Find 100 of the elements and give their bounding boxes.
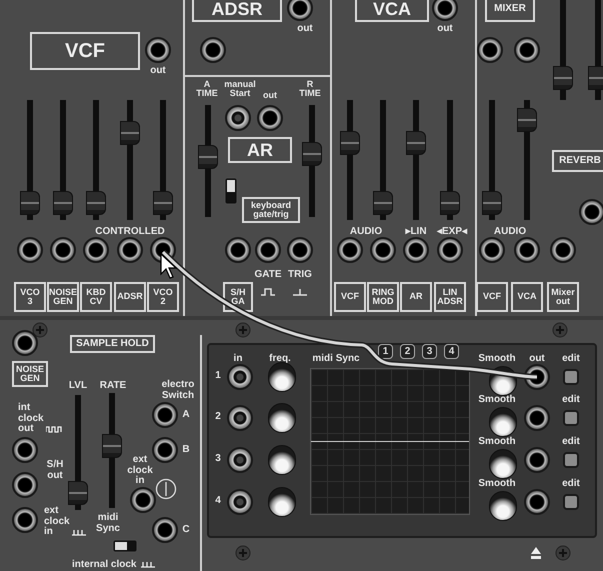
panel-label: GATE bbox=[253, 270, 283, 280]
panel-label: 1 bbox=[214, 371, 222, 382]
jack-socket[interactable] bbox=[477, 37, 503, 63]
slider-thumb[interactable] bbox=[588, 66, 603, 90]
edit-button[interactable] bbox=[563, 452, 579, 468]
panel-label: Smooth bbox=[477, 479, 517, 490]
panel-label: ◂EXP◂ bbox=[436, 227, 468, 238]
jack-socket[interactable] bbox=[12, 330, 38, 356]
jack-socket[interactable] bbox=[152, 517, 178, 543]
panel-label: A TIME bbox=[195, 80, 219, 99]
slider-thumb[interactable] bbox=[373, 191, 393, 216]
edit-button[interactable] bbox=[563, 369, 579, 385]
jack-socket[interactable] bbox=[152, 402, 178, 428]
slider-thumb[interactable] bbox=[120, 121, 140, 146]
square-wave-icon bbox=[46, 426, 62, 432]
module-label: VCF bbox=[30, 32, 140, 70]
panel-label: Smooth bbox=[477, 437, 517, 448]
panel-label: B bbox=[181, 445, 191, 456]
jack-socket[interactable] bbox=[255, 237, 281, 263]
panel-label: S/H out bbox=[46, 460, 64, 481]
panel-label: R TIME bbox=[298, 80, 322, 99]
toggle-switch-icon[interactable] bbox=[113, 540, 137, 552]
jack-socket[interactable] bbox=[83, 237, 109, 263]
panel-label: CONTROLLED bbox=[94, 227, 166, 238]
module-label: VCA bbox=[355, 0, 429, 22]
panel-label: out bbox=[528, 354, 546, 364]
jack-socket[interactable] bbox=[152, 437, 178, 463]
jack-socket[interactable] bbox=[287, 0, 313, 21]
module-label: VCF bbox=[334, 282, 366, 312]
slider-thumb[interactable] bbox=[102, 434, 122, 458]
slider-thumb[interactable] bbox=[406, 130, 426, 155]
panel-label: C bbox=[181, 525, 191, 536]
module-label: SAMPLE HOLD bbox=[70, 335, 155, 353]
slider-thumb[interactable] bbox=[20, 191, 40, 216]
panel-label: edit bbox=[561, 354, 581, 364]
pattern-button[interactable]: 2 bbox=[400, 344, 415, 359]
jack-socket[interactable] bbox=[200, 37, 226, 63]
jack-socket[interactable] bbox=[514, 37, 540, 63]
slider-thumb[interactable] bbox=[302, 142, 322, 166]
jack-socket[interactable] bbox=[287, 237, 313, 263]
jack-socket[interactable] bbox=[12, 507, 38, 533]
cursor-icon bbox=[160, 253, 178, 279]
jack-socket[interactable] bbox=[50, 237, 76, 263]
module-label: Mixer out bbox=[547, 282, 579, 312]
jack-socket[interactable] bbox=[117, 237, 143, 263]
panel-label: out bbox=[149, 66, 167, 76]
jack-socket[interactable] bbox=[225, 105, 251, 131]
switch-junction-icon bbox=[155, 478, 177, 500]
pattern-button[interactable]: 1 bbox=[378, 344, 393, 359]
edit-button[interactable] bbox=[563, 410, 579, 426]
slider-thumb[interactable] bbox=[198, 144, 218, 169]
panel-label: RATE bbox=[98, 381, 128, 392]
screw-icon bbox=[552, 322, 568, 338]
slider-thumb[interactable] bbox=[86, 191, 106, 216]
module-label: VCF bbox=[476, 282, 508, 312]
jack-socket[interactable] bbox=[17, 237, 43, 263]
jack-socket[interactable] bbox=[257, 105, 283, 131]
jack-socket[interactable] bbox=[579, 199, 603, 225]
module-label: LIN ADSR bbox=[434, 282, 466, 312]
slider-thumb[interactable] bbox=[340, 130, 360, 155]
jack-socket[interactable] bbox=[479, 237, 505, 263]
panel-label: Smooth bbox=[477, 354, 517, 364]
screw-icon bbox=[235, 322, 251, 338]
pattern-button[interactable]: 3 bbox=[422, 344, 437, 359]
jack-socket[interactable] bbox=[337, 237, 363, 263]
jack-socket[interactable] bbox=[225, 237, 251, 263]
slider-thumb[interactable] bbox=[440, 191, 460, 216]
slider-thumb[interactable] bbox=[553, 66, 573, 90]
module-label: VCA bbox=[511, 282, 543, 312]
jack-socket[interactable] bbox=[12, 472, 38, 498]
jack-socket[interactable] bbox=[130, 487, 156, 513]
panel-label: manual Start bbox=[223, 80, 257, 99]
jack-socket[interactable] bbox=[550, 237, 576, 263]
panel-label: ext clock in bbox=[127, 455, 153, 486]
module-label: MIXER bbox=[485, 0, 535, 22]
eject-icon[interactable] bbox=[531, 547, 541, 559]
slider-thumb[interactable] bbox=[482, 191, 502, 216]
jack-socket[interactable] bbox=[12, 437, 38, 463]
edit-button[interactable] bbox=[563, 494, 579, 510]
slider-thumb[interactable] bbox=[68, 481, 88, 506]
slider-thumb[interactable] bbox=[517, 108, 537, 132]
module-label: RING MOD bbox=[367, 282, 399, 312]
panel-label: midi Sync bbox=[311, 354, 361, 364]
slider-thumb[interactable] bbox=[153, 191, 173, 216]
panel-label: Smooth bbox=[477, 395, 517, 406]
jack-socket[interactable] bbox=[432, 0, 458, 21]
jack-socket[interactable] bbox=[514, 237, 540, 263]
module-label: NOISE GEN bbox=[47, 282, 79, 312]
pattern-button[interactable]: 4 bbox=[444, 344, 459, 359]
jack-socket[interactable] bbox=[145, 37, 171, 63]
trigger-icon bbox=[293, 288, 307, 296]
panel-label: out bbox=[436, 24, 454, 34]
jack-socket[interactable] bbox=[437, 237, 463, 263]
panel-label: ext clock in bbox=[44, 506, 70, 538]
module-label: KBD CV bbox=[80, 282, 112, 312]
jack-socket[interactable] bbox=[370, 237, 396, 263]
jack-socket[interactable] bbox=[403, 237, 429, 263]
toggle-switch-icon[interactable] bbox=[225, 178, 237, 204]
slider-thumb[interactable] bbox=[53, 191, 73, 216]
panel-label: 4 bbox=[214, 496, 222, 506]
